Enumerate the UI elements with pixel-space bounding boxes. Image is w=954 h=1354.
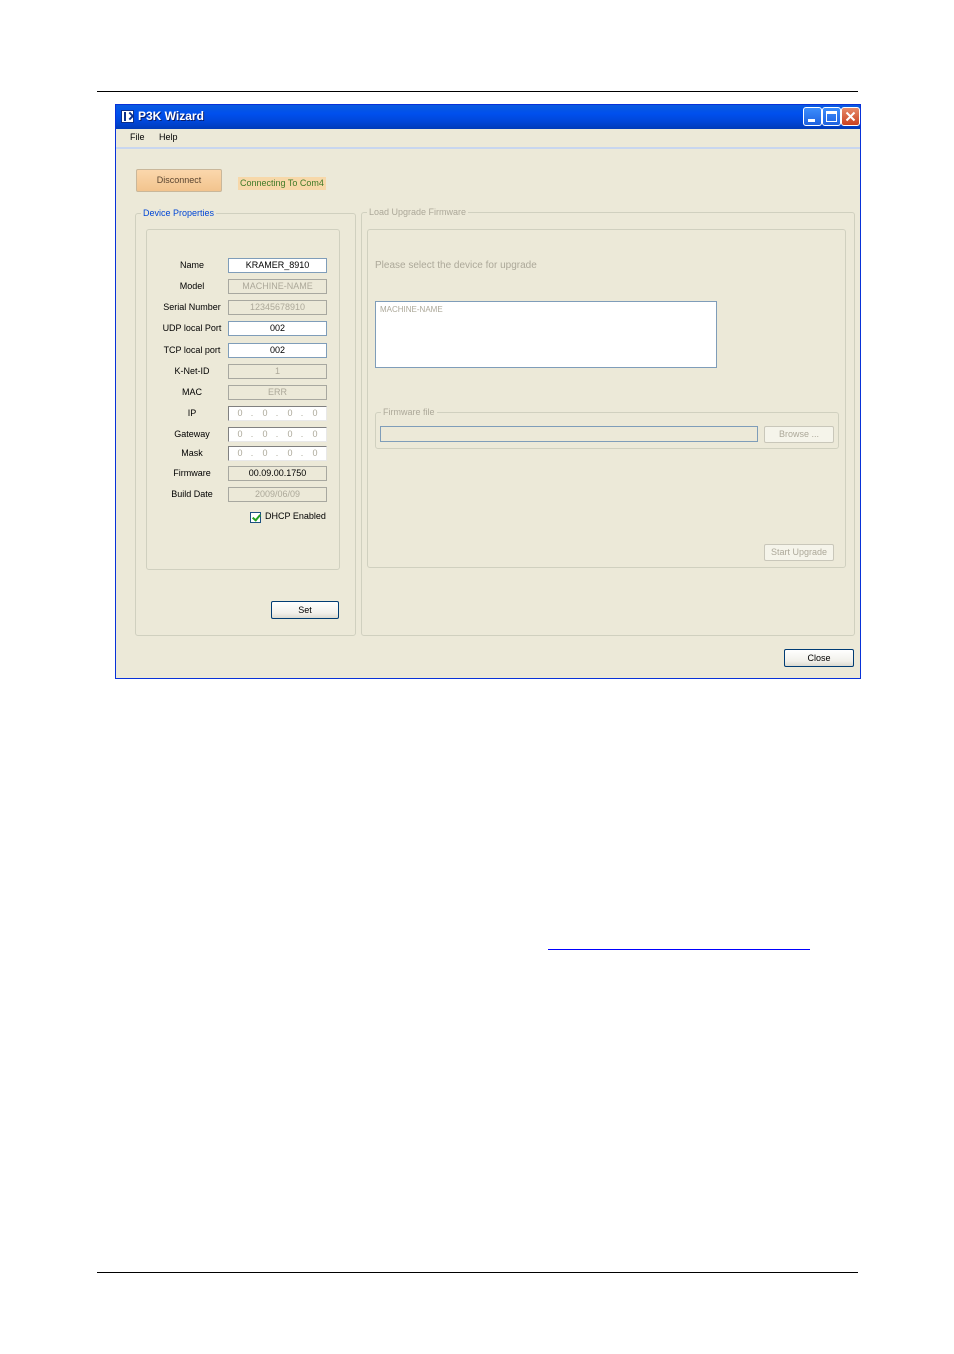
gateway-octet-2: 0 <box>262 429 268 439</box>
knet-id-label: K-Net-ID <box>174 366 210 376</box>
tcp-port-label: TCP local port <box>163 345 221 355</box>
tcp-port-field[interactable]: 002 <box>228 343 327 358</box>
ip-octet-1: 0 <box>237 408 243 418</box>
close-button[interactable]: Close <box>784 649 854 667</box>
firmware-version-field: 00.09.00.1750 <box>228 466 327 481</box>
ip-dot: . <box>250 448 254 458</box>
set-button[interactable]: Set <box>271 601 339 619</box>
gateway-label: Gateway <box>174 429 210 439</box>
firmware-file-legend: Firmware file <box>381 407 437 418</box>
gateway-octet-4: 0 <box>312 429 318 439</box>
firmware-label: Firmware <box>173 468 211 478</box>
close-window-button[interactable] <box>841 107 860 126</box>
name-label: Name <box>179 260 204 270</box>
link-underline <box>548 949 810 950</box>
disconnect-button[interactable]: Disconnect <box>136 169 222 192</box>
model-label: Model <box>179 281 205 291</box>
serial-number-label: Serial Number <box>163 302 221 312</box>
connection-status: Connecting To Com4 <box>238 177 326 190</box>
ip-dot: . <box>275 429 279 439</box>
firmware-file-input[interactable] <box>380 426 758 442</box>
menu-bar: File Help <box>116 129 860 147</box>
mac-label: MAC <box>182 387 202 397</box>
ip-dot: . <box>300 448 304 458</box>
start-upgrade-button[interactable]: Start Upgrade <box>764 544 834 561</box>
udp-port-label: UDP local Port <box>162 323 222 333</box>
menu-help[interactable]: Help <box>159 132 178 142</box>
knet-id-field: 1 <box>228 364 327 379</box>
ip-label: IP <box>187 408 197 418</box>
list-item[interactable]: MACHINE-NAME <box>380 305 443 314</box>
ip-dot: . <box>275 448 279 458</box>
mac-field: ERR <box>228 385 327 400</box>
device-list[interactable]: MACHINE-NAME <box>375 301 717 368</box>
dhcp-enabled-checkbox[interactable] <box>250 512 261 523</box>
mask-octet-4: 0 <box>312 448 318 458</box>
device-properties-legend: Device Properties <box>141 208 217 219</box>
mask-octet-1: 0 <box>237 448 243 458</box>
mask-octet-2: 0 <box>262 448 268 458</box>
menu-file[interactable]: File <box>130 132 145 142</box>
upgrade-prompt: Please select the device for upgrade <box>375 260 537 271</box>
menu-separator <box>116 147 860 149</box>
maximize-button[interactable] <box>822 107 841 126</box>
page-top-rule <box>97 91 858 92</box>
ip-dot: . <box>300 408 304 418</box>
p3k-wizard-window: P3K Wizard File Help Disconnect Connecti… <box>115 104 861 679</box>
mask-octet-3: 0 <box>287 448 293 458</box>
serial-number-field: 12345678910 <box>228 300 327 315</box>
ip-address-field[interactable]: 0 . 0 . 0 . 0 <box>228 406 327 421</box>
minimize-button[interactable] <box>803 107 822 126</box>
mask-label: Mask <box>181 448 203 458</box>
load-upgrade-firmware-legend: Load Upgrade Firmware <box>367 207 469 218</box>
browse-button[interactable]: Browse ... <box>764 426 834 443</box>
upgrade-panel <box>367 229 846 568</box>
udp-port-field[interactable]: 002 <box>228 321 327 336</box>
ip-octet-2: 0 <box>262 408 268 418</box>
gateway-field[interactable]: 0 . 0 . 0 . 0 <box>228 427 327 442</box>
ip-dot: . <box>250 429 254 439</box>
ip-dot: . <box>250 408 254 418</box>
window-title: P3K Wizard <box>138 109 204 123</box>
build-date-field: 2009/06/09 <box>228 487 327 502</box>
minimize-icon <box>808 119 815 122</box>
gateway-octet-1: 0 <box>237 429 243 439</box>
ip-octet-4: 0 <box>312 408 318 418</box>
name-field[interactable]: KRAMER_8910 <box>228 258 327 273</box>
ip-dot: . <box>300 429 304 439</box>
page-bottom-rule <box>97 1272 858 1273</box>
ip-dot: . <box>275 408 279 418</box>
title-bar[interactable]: P3K Wizard <box>116 105 860 129</box>
build-date-label: Build Date <box>171 489 213 499</box>
maximize-icon <box>826 111 837 122</box>
gateway-octet-3: 0 <box>287 429 293 439</box>
mask-field[interactable]: 0 . 0 . 0 . 0 <box>228 446 327 461</box>
kramer-logo-icon <box>121 110 134 123</box>
close-icon <box>845 111 856 122</box>
ip-octet-3: 0 <box>287 408 293 418</box>
dhcp-enabled-label[interactable]: DHCP Enabled <box>265 511 326 521</box>
model-field: MACHINE-NAME <box>228 279 327 294</box>
